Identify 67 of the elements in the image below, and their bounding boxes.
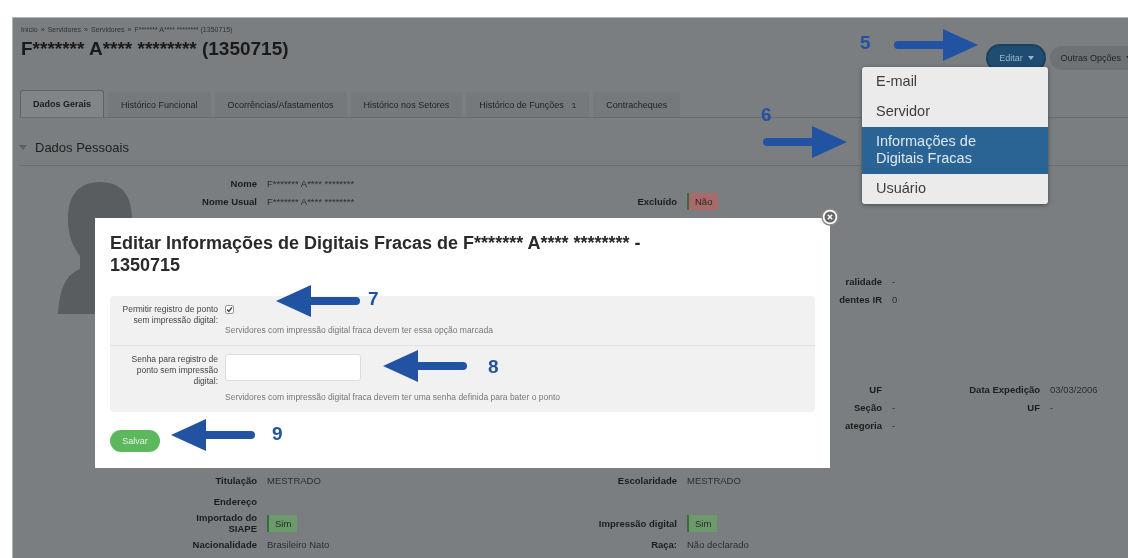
tab[interactable]: Contracheques — [593, 92, 681, 117]
caret-icon — [1027, 56, 1034, 60]
tab[interactable]: Histórico Funcional — [108, 92, 211, 117]
field-label: Impressão digital — [597, 517, 677, 529]
menu-item[interactable]: Informações de Digitais Fracas — [862, 127, 1048, 174]
status-tag: Sim — [267, 514, 298, 532]
field-label: Raça: — [650, 539, 677, 550]
status-tag: Não — [687, 192, 719, 210]
options-button[interactable]: Outras Opções — [1050, 46, 1128, 70]
password-field[interactable] — [225, 354, 361, 381]
arrow-icon — [170, 418, 256, 452]
tab[interactable]: Histórico nos Setores — [350, 92, 463, 117]
arrow-icon — [382, 349, 468, 383]
field-label: dentes IR — [838, 293, 882, 305]
arrow-icon — [275, 284, 361, 318]
field-value: 03/03/2006 — [1050, 383, 1098, 395]
edit-button[interactable]: Editar — [988, 46, 1045, 70]
field-label: Excluído — [636, 195, 677, 207]
menu-item[interactable]: Usuário — [862, 174, 1048, 204]
tab[interactable]: Histórico de Funções 1 — [466, 92, 590, 117]
step-number: 7 — [368, 288, 379, 310]
status-tag: Sim — [687, 514, 718, 532]
field-label: Titulação — [214, 475, 257, 486]
field-value: F******* A**** ******** — [267, 177, 355, 189]
field-label: Endereço — [212, 496, 257, 507]
field-label: UF — [868, 383, 882, 395]
menu-item[interactable]: Servidor — [862, 97, 1048, 127]
field-value: - — [892, 419, 896, 431]
step-number: 9 — [272, 423, 283, 445]
dialog-title: Editar Informações de Digitais Fracas de F******* A**** ******** - 1350715 — [110, 232, 642, 276]
field-value: F******* A**** ******** — [267, 195, 355, 207]
field-label: Importado do SIAPE — [195, 512, 257, 534]
step-number: 6 — [761, 104, 772, 126]
arrow-icon — [762, 125, 848, 159]
field-label: Senha para registro de ponto sem impressão digital: — [130, 354, 219, 388]
field-label: Data Expedição — [968, 383, 1040, 395]
save-button[interactable]: Salvar — [110, 430, 160, 452]
field-label: Permitir registro de ponto sem impressão digital: — [121, 304, 219, 327]
step-number: 5 — [860, 32, 871, 54]
tab[interactable]: Ocorrências/Afastamentos — [214, 92, 347, 117]
field-value: MESTRADO — [687, 475, 741, 486]
field-label: Nacionalidade — [191, 539, 257, 550]
help-text: Servidores com impressão digital fraca devem ter uma senha definida para bater o ponto — [225, 392, 560, 402]
field-value: - — [892, 275, 896, 287]
field-value: MESTRADO — [267, 475, 321, 486]
step-number: 8 — [488, 356, 499, 378]
field-label: ategoria — [844, 419, 882, 431]
field-value: 0 — [892, 293, 898, 305]
field-label: ralidade — [844, 275, 882, 287]
field-value: - — [1050, 401, 1054, 413]
help-text: Servidores com impressão digital fraca devem ter essa opção marcada — [225, 325, 493, 335]
page-title: F******* A**** ******** (1350715) — [21, 38, 289, 60]
field-label: Nome — [229, 177, 257, 189]
field-value: Não declarado — [687, 539, 749, 550]
menu-item[interactable]: E-mail — [862, 67, 1048, 97]
tab[interactable]: Dados Gerais — [20, 90, 105, 117]
section-title: Dados Pessoais — [35, 140, 129, 155]
field-value: Brasileiro Nato — [267, 539, 330, 550]
count-label: 1 — [571, 100, 577, 110]
field-label: Seção — [853, 401, 882, 413]
arrow-icon — [893, 28, 979, 62]
close-icon[interactable] — [821, 208, 839, 226]
field-value: - — [892, 401, 896, 413]
checkbox[interactable] — [225, 305, 234, 314]
field-label: Nome Usual — [201, 195, 257, 207]
field-label: Escolaridade — [616, 475, 677, 486]
field-label: UF — [1026, 401, 1040, 413]
